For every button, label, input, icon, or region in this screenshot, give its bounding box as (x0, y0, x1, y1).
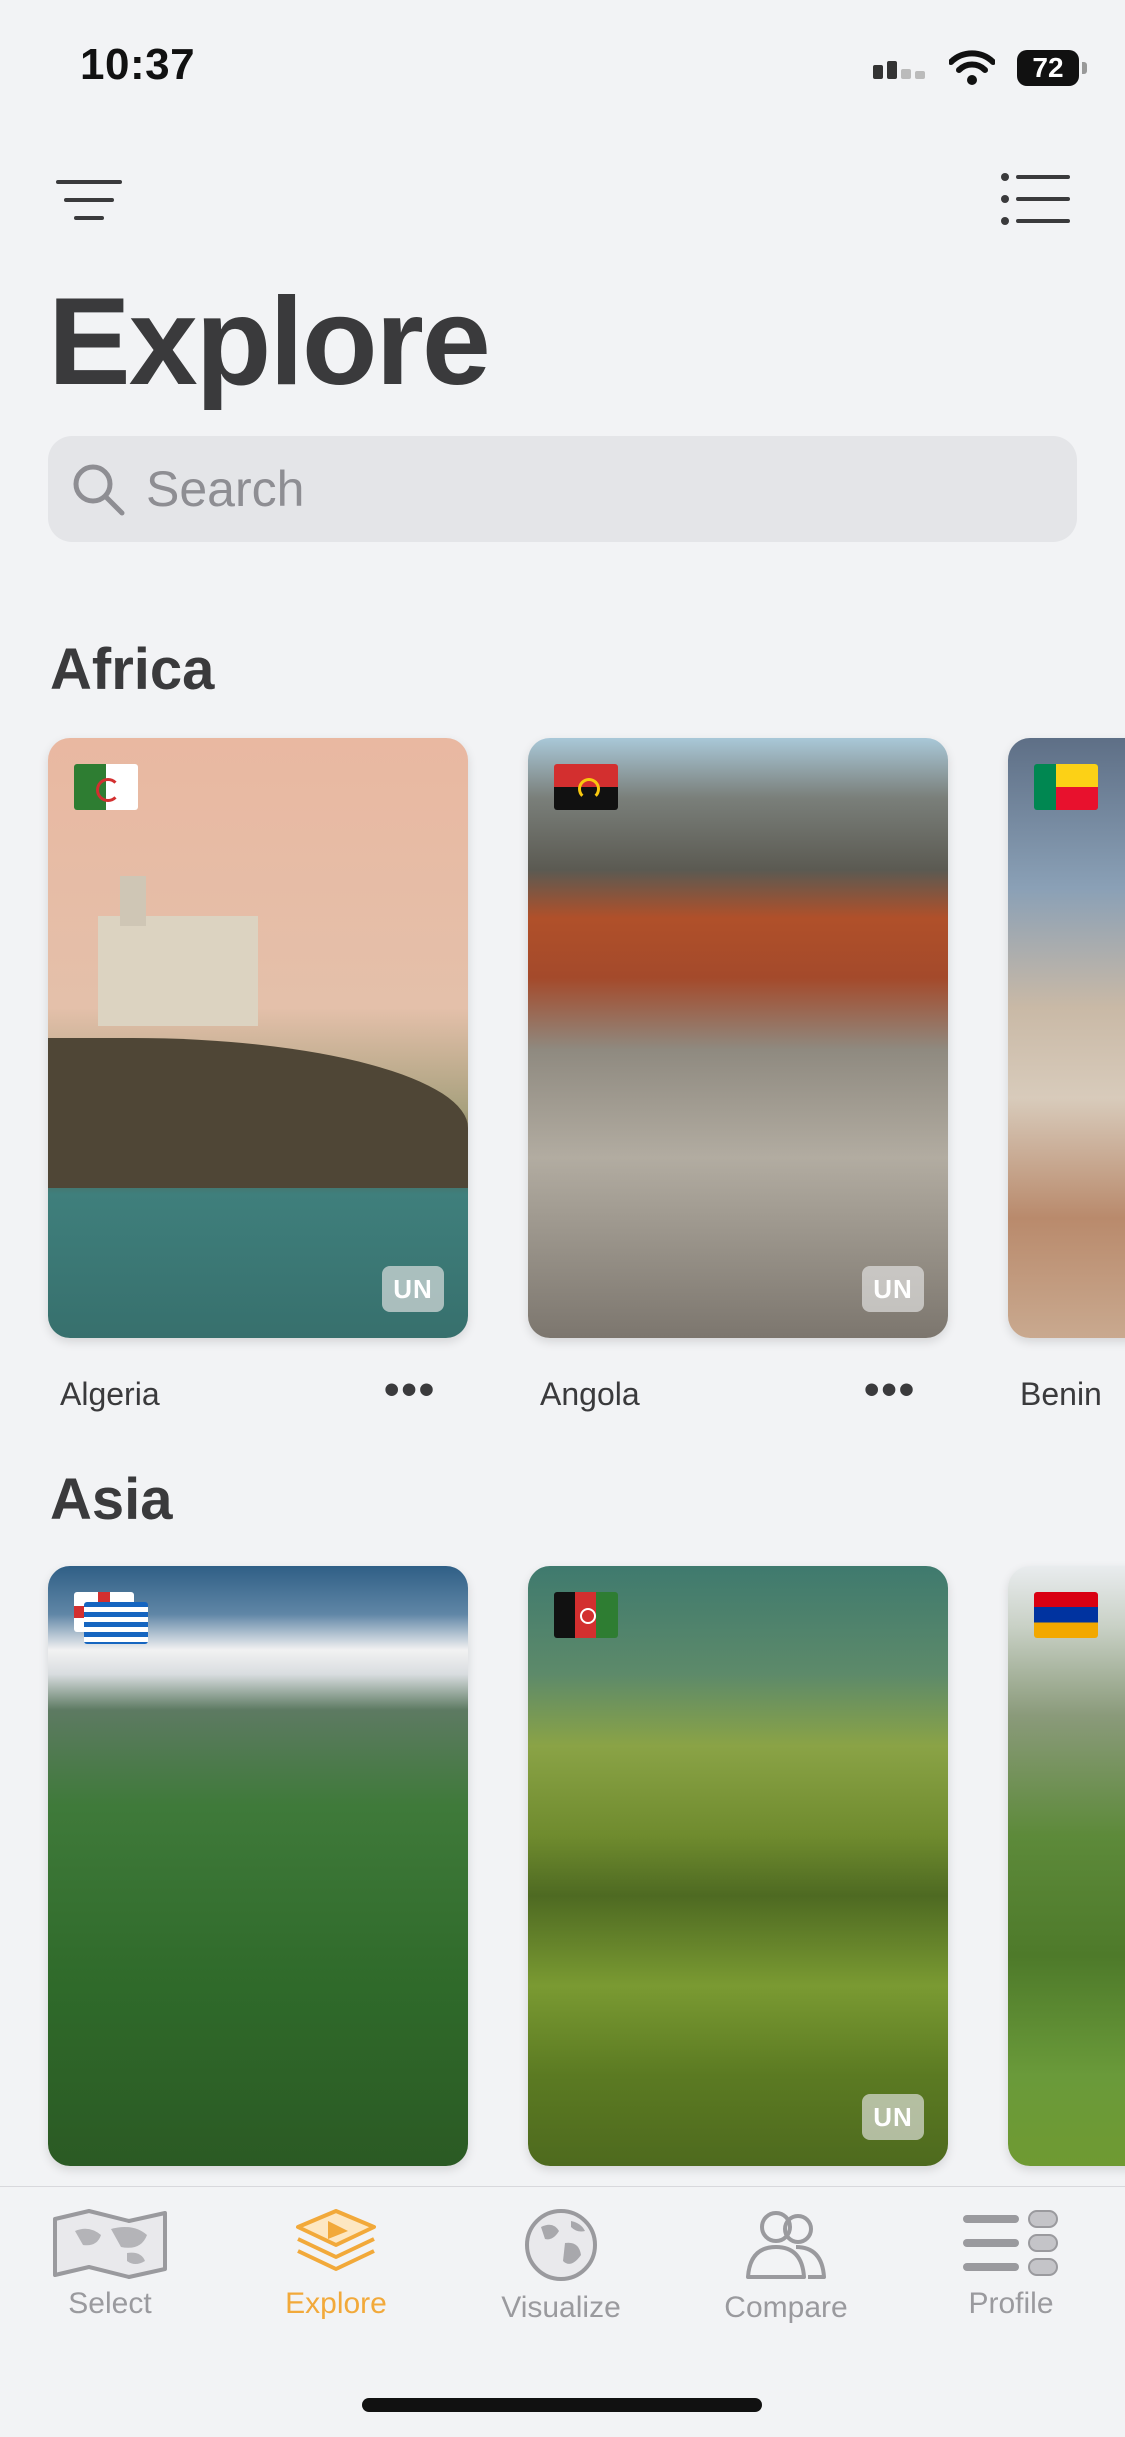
tab-visualize[interactable]: Visualize (461, 2207, 661, 2325)
list-toggle-icon (963, 2210, 1058, 2276)
status-time: 10:37 (80, 40, 196, 89)
layers-icon (296, 2209, 376, 2271)
card-label-angola: Angola (540, 1376, 640, 1412)
tab-profile[interactable]: Profile (911, 2207, 1111, 2321)
country-card-asia-2[interactable]: UN (528, 1566, 948, 2166)
country-card-benin[interactable] (1008, 738, 1125, 1338)
more-options-icon[interactable]: ••• (864, 1368, 916, 1412)
search-input[interactable]: Search (146, 460, 304, 518)
tab-select[interactable]: Select (10, 2207, 210, 2321)
country-card-asia-3[interactable] (1008, 1566, 1125, 2166)
list-view-icon[interactable] (1000, 172, 1070, 226)
un-badge: UN (862, 2094, 924, 2140)
tab-label: Explore (285, 2287, 387, 2320)
flag-icon (84, 1602, 148, 1644)
card-image-lighthouse (120, 876, 146, 926)
battery-icon: 72 (1017, 50, 1087, 86)
page-title: Explore (48, 273, 491, 411)
country-card-angola[interactable]: UN (528, 738, 948, 1338)
flag-afghanistan (554, 1592, 618, 1638)
tab-explore[interactable]: Explore (236, 2207, 436, 2321)
flag-benin (1034, 764, 1098, 810)
country-card-asia-1[interactable] (48, 1566, 468, 2166)
filter-icon[interactable] (56, 178, 122, 222)
tab-compare[interactable]: Compare (686, 2207, 886, 2325)
cellular-icon (873, 61, 925, 79)
search-icon (73, 464, 125, 516)
card-image-cliff (48, 1038, 468, 1188)
status-icons: 72 (873, 48, 1087, 88)
home-indicator[interactable] (362, 2398, 762, 2412)
map-icon (53, 2209, 167, 2279)
more-options-icon[interactable]: ••• (384, 1368, 436, 1412)
card-image-building (98, 916, 258, 1026)
flag-armenia (1034, 1592, 1098, 1638)
flag-algeria (74, 764, 138, 810)
card-label-algeria: Algeria (60, 1376, 160, 1412)
people-icon (746, 2211, 826, 2279)
tab-label: Profile (968, 2287, 1054, 2320)
un-badge: UN (862, 1266, 924, 1312)
tab-label: Compare (724, 2291, 848, 2324)
tab-label: Visualize (501, 2291, 621, 2324)
country-card-algeria[interactable]: UN (48, 738, 468, 1338)
flag-angola (554, 764, 618, 810)
section-title-asia: Asia (50, 1467, 173, 1532)
tab-label: Select (68, 2287, 152, 2320)
card-label-benin: Benin (1020, 1376, 1102, 1412)
wifi-icon (949, 50, 995, 85)
globe-icon (525, 2209, 597, 2281)
search-field[interactable]: Search (48, 436, 1077, 542)
section-title-africa: Africa (50, 637, 215, 702)
un-badge: UN (382, 1266, 444, 1312)
